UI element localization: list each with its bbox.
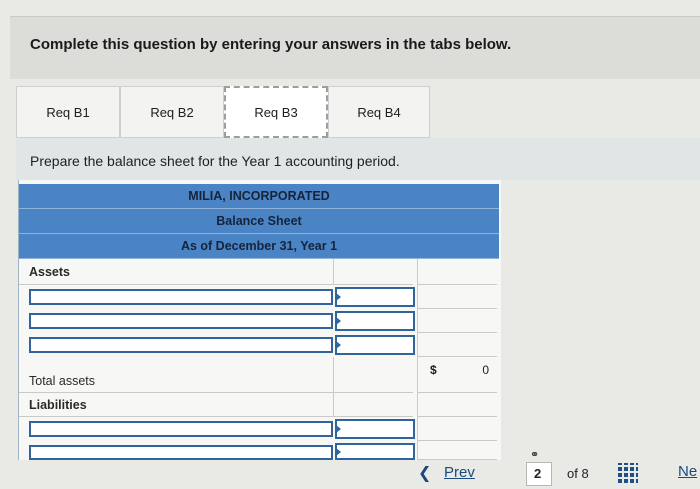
tab-req-b1[interactable]: Req B1 xyxy=(16,86,120,138)
liabilities-header-row: Liabilities xyxy=(19,393,499,417)
amount-cell xyxy=(333,357,413,393)
instruction-text: Prepare the balance sheet for the Year 1… xyxy=(30,153,400,169)
input-marker-icon xyxy=(336,317,341,325)
total-assets-row: Total assets $ 0 xyxy=(19,357,499,393)
tab-req-b2[interactable]: Req B2 xyxy=(120,86,224,138)
tab-req-b3[interactable]: Req B3 xyxy=(224,86,328,138)
amount-cell xyxy=(333,393,413,417)
asset-amount-input[interactable] xyxy=(335,311,415,331)
input-marker-icon xyxy=(336,447,341,456)
next-button[interactable]: Ne xyxy=(678,463,697,480)
asset-amount-input[interactable] xyxy=(335,335,415,355)
liability-name-input[interactable] xyxy=(29,421,333,437)
page-count: of 8 xyxy=(567,466,589,481)
currency-symbol: $ xyxy=(430,363,437,377)
input-marker-icon xyxy=(336,293,341,301)
asset-row xyxy=(19,333,499,357)
total-assets-label: Total assets xyxy=(29,374,96,388)
link-icon: ⚭ xyxy=(530,449,540,461)
asset-amount-input[interactable] xyxy=(335,287,415,307)
amount-cell xyxy=(417,393,497,417)
asset-name-input[interactable] xyxy=(29,313,333,329)
assets-header-row: Assets xyxy=(19,259,499,285)
instruction-bar: Prepare the balance sheet for the Year 1… xyxy=(16,138,700,180)
tab-req-b4[interactable]: Req B4 xyxy=(328,86,430,138)
asset-row xyxy=(19,285,499,309)
amount-cell xyxy=(417,259,497,285)
input-marker-icon xyxy=(336,425,341,433)
assets-label: Assets xyxy=(19,259,333,285)
asset-name-input[interactable] xyxy=(29,337,333,353)
liability-amount-input[interactable] xyxy=(335,419,415,439)
chevron-left-icon[interactable]: ❮ xyxy=(418,463,431,483)
total-assets-cell: $ 0 xyxy=(417,357,497,393)
amount-cell xyxy=(333,259,413,285)
statement-date: As of December 31, Year 1 xyxy=(19,234,499,259)
grid-icon[interactable] xyxy=(618,463,638,483)
amount-cell xyxy=(417,285,497,309)
balance-sheet: MILIA, INCORPORATED Balance Sheet As of … xyxy=(18,180,501,460)
input-marker-icon xyxy=(336,341,341,349)
company-name: MILIA, INCORPORATED xyxy=(19,184,499,209)
total-assets-value: 0 xyxy=(482,363,489,377)
current-page: 2 xyxy=(534,466,542,481)
instructions-banner: Complete this question by entering your … xyxy=(10,16,700,79)
liabilities-label: Liabilities xyxy=(19,393,333,417)
asset-row xyxy=(19,309,499,333)
amount-cell xyxy=(417,417,497,441)
liability-row xyxy=(19,417,499,441)
question-navigation: ❮ Prev ⚭ 2 of 8 Ne xyxy=(0,449,700,489)
amount-cell xyxy=(417,333,497,357)
statement-title: Balance Sheet xyxy=(19,209,499,234)
prev-button[interactable]: Prev xyxy=(444,464,475,481)
amount-cell xyxy=(417,309,497,333)
banner-text: Complete this question by entering your … xyxy=(30,36,512,53)
asset-name-input[interactable] xyxy=(29,289,333,305)
